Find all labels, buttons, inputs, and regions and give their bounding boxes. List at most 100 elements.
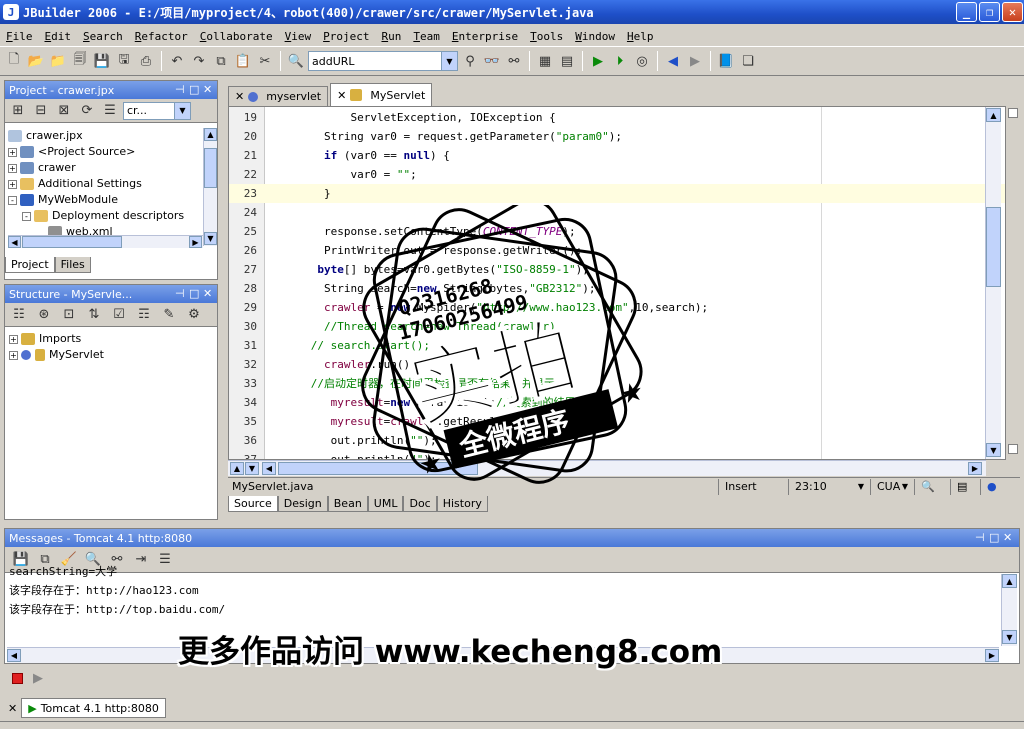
make-icon[interactable]: ▦	[535, 51, 555, 71]
project-tree-vscroll[interactable]: ▲ ▼	[203, 128, 217, 246]
close-tab-icon[interactable]: ✕	[4, 702, 21, 715]
scroll-up-icon[interactable]: ▲	[230, 462, 244, 475]
project-combo[interactable]: cr... ▼	[123, 101, 191, 120]
collapse-icon[interactable]: -	[22, 211, 31, 221]
check-icon[interactable]: ☑	[109, 305, 129, 325]
save-all-icon[interactable]: 🖫	[114, 51, 134, 71]
status-encoding[interactable]: CUA ▼	[870, 478, 914, 495]
tree-item-imports[interactable]: + Imports	[9, 331, 104, 347]
close-file-icon[interactable]: 🗐	[70, 51, 90, 71]
chevron-down-icon[interactable]: ▼	[441, 52, 457, 70]
print-icon[interactable]: ⎙	[136, 51, 156, 71]
restore-button[interactable]: ❐	[979, 2, 1000, 22]
menu-search[interactable]: Search	[77, 30, 129, 43]
target-combo[interactable]: addURL ▼	[308, 51, 458, 71]
menu-file[interactable]: File	[0, 30, 39, 43]
code-line[interactable]: 22 var0 = "";	[229, 165, 1005, 184]
scroll-left-icon[interactable]: ◀	[7, 649, 21, 662]
debug-icon[interactable]: ⏵	[610, 51, 630, 71]
stop-icon[interactable]	[12, 672, 23, 684]
tree-item-project-source[interactable]: + <Project Source>	[8, 144, 202, 160]
close-panel-icon[interactable]: ✕	[203, 83, 212, 96]
tree-item-crawer[interactable]: + crawer	[8, 160, 202, 176]
chevron-down-icon[interactable]: ▼	[174, 102, 190, 119]
rebuild-icon[interactable]: ▤	[557, 51, 577, 71]
properties-icon[interactable]: ☰	[100, 101, 120, 121]
status-position[interactable]: 23:10 ▼	[788, 478, 870, 495]
close-project-icon[interactable]: ⊠	[54, 101, 74, 121]
hierarchy-icon[interactable]: ☶	[134, 305, 154, 325]
scroll-right-icon[interactable]: ▶	[968, 462, 982, 475]
zoom-icon[interactable]: 🔍	[914, 478, 950, 495]
scroll-thumb[interactable]	[22, 236, 122, 248]
close-button[interactable]: ✕	[1002, 2, 1023, 22]
minimize-panel-icon[interactable]: □	[189, 83, 199, 96]
menu-run[interactable]: Run	[375, 30, 407, 43]
menu-project[interactable]: Project	[317, 30, 375, 43]
code-line[interactable]: 20 String var0 = request.getParameter("p…	[229, 127, 1005, 146]
windows-icon[interactable]: ❏	[738, 51, 758, 71]
menu-view[interactable]: View	[279, 30, 318, 43]
scroll-thumb[interactable]	[986, 207, 1001, 287]
tree-item-crawer-jpx[interactable]: crawer.jpx	[8, 128, 202, 144]
tree-item-mywebmodule[interactable]: - MyWebModule	[8, 192, 202, 208]
save-icon[interactable]: 💾	[92, 51, 112, 71]
messages-vscroll[interactable]: ▲ ▼	[1001, 574, 1017, 646]
tab-myservlet[interactable]: ✕ MyServlet	[330, 83, 433, 106]
split-editor-icon[interactable]	[1008, 108, 1018, 118]
scroll-down-icon[interactable]: ▼	[1002, 630, 1017, 644]
run-icon[interactable]: ▶	[588, 51, 608, 71]
code-line[interactable]: 19 ServletException, IOException {	[229, 108, 1005, 127]
collapse-icon[interactable]: -	[8, 195, 17, 205]
undo-icon[interactable]: ↶	[167, 51, 187, 71]
paste-icon[interactable]: 📋	[233, 51, 253, 71]
expand-icon[interactable]: +	[9, 350, 18, 360]
expand-icon[interactable]: +	[8, 147, 17, 157]
scroll-left-icon[interactable]: ◀	[262, 462, 276, 475]
tab-source[interactable]: Source	[228, 496, 278, 512]
find-in-path-icon[interactable]: ⚲	[460, 51, 480, 71]
resume-icon[interactable]: ▶	[33, 671, 43, 686]
scroll-left-icon[interactable]: ◀	[8, 236, 21, 248]
scroll-up-icon[interactable]: ▲	[204, 128, 217, 141]
remove-icon[interactable]: ⊟	[31, 101, 51, 121]
close-tab-icon[interactable]: ✕	[337, 89, 346, 102]
menu-window[interactable]: Window	[569, 30, 621, 43]
menu-enterprise[interactable]: Enterprise	[446, 30, 524, 43]
minimize-button[interactable]: _	[956, 2, 977, 22]
scroll-right-icon[interactable]: ▶	[189, 236, 202, 248]
optimize-icon[interactable]: ◎	[632, 51, 652, 71]
settings-icon[interactable]: ⚙	[184, 305, 204, 325]
editor-vscroll[interactable]: ▲ ▼	[985, 107, 1001, 459]
open-folder-icon[interactable]: 📂	[26, 51, 46, 71]
scroll-thumb[interactable]	[204, 148, 217, 188]
scroll-up-icon[interactable]: ▲	[1002, 574, 1017, 588]
scroll-down-icon[interactable]: ▼	[986, 443, 1001, 457]
view-options-icon[interactable]: ▤	[950, 478, 980, 495]
close-tab-icon[interactable]: ✕	[235, 90, 244, 103]
tab-myservlet-lower[interactable]: ✕ myservlet	[228, 86, 329, 106]
tab-design[interactable]: Design	[277, 496, 328, 512]
show-members-icon[interactable]: ⊡	[59, 305, 79, 325]
code-line[interactable]: 23 }	[229, 184, 1005, 203]
help-book-icon[interactable]: 📘	[716, 51, 736, 71]
scroll-down-icon[interactable]: ▼	[204, 232, 217, 245]
find-icon[interactable]: 🔍	[286, 51, 306, 71]
pencil-icon[interactable]: ✎	[159, 305, 179, 325]
list-view-icon[interactable]: ☷	[9, 305, 29, 325]
new-file-icon[interactable]: 🗋	[4, 51, 24, 71]
info-icon[interactable]: ●	[980, 478, 1000, 495]
project-tree-hscroll[interactable]: ◀ ▶	[8, 235, 203, 248]
code-line[interactable]: 21 if (var0 == null) {	[229, 146, 1005, 165]
tree-item-myservlet[interactable]: + MyServlet	[9, 347, 104, 363]
sort-icon[interactable]: ⇅	[84, 305, 104, 325]
tab-tomcat[interactable]: ▶ Tomcat 4.1 http:8080	[21, 698, 166, 718]
copy-icon[interactable]: ⧉	[211, 51, 231, 71]
minimize-panel-icon[interactable]: □	[989, 531, 999, 544]
menu-collaborate[interactable]: Collaborate	[194, 30, 279, 43]
add-files-icon[interactable]: ⊞	[8, 101, 28, 121]
tree-item-deployment-descriptors[interactable]: - Deployment descriptors	[8, 208, 202, 224]
tab-project[interactable]: Project	[5, 257, 55, 273]
pin-icon[interactable]: ⊣	[975, 531, 985, 544]
close-panel-icon[interactable]: ✕	[1003, 531, 1012, 544]
